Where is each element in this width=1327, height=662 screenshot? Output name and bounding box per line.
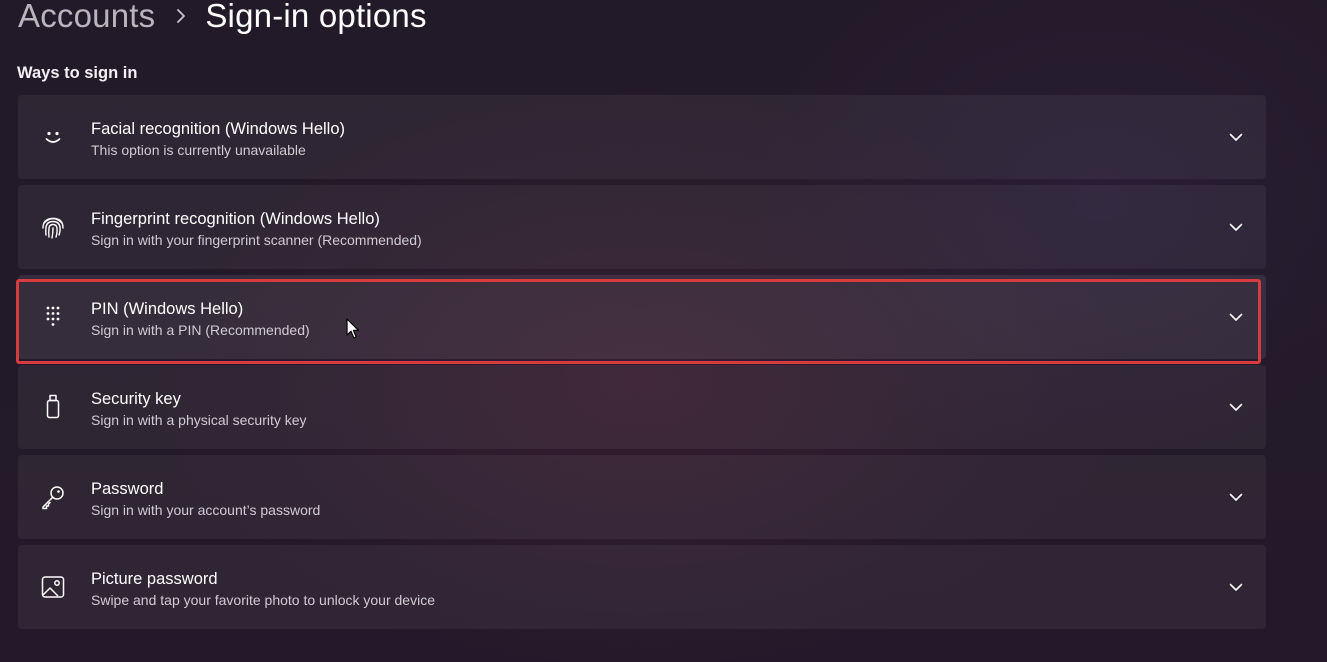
option-facial-recognition[interactable]: Facial recognition (Windows Hello) This …	[18, 95, 1266, 179]
option-description: Sign in with a PIN (Recommended)	[91, 322, 310, 338]
option-title: PIN (Windows Hello)	[91, 300, 244, 318]
option-description: Swipe and tap your favorite photo to unl…	[91, 592, 435, 608]
option-password[interactable]: Password Sign in with your account’s pas…	[18, 455, 1266, 539]
option-description: Sign in with a physical security key	[91, 412, 307, 428]
option-title: Fingerprint recognition (Windows Hello)	[91, 210, 380, 228]
chevron-down-icon[interactable]	[1228, 489, 1244, 505]
face-icon	[40, 124, 66, 150]
option-title: Security key	[91, 390, 181, 408]
option-description: This option is currently unavailable	[91, 142, 306, 158]
option-picture-password[interactable]: Picture password Swipe and tap your favo…	[18, 545, 1266, 629]
option-description: Sign in with your account’s password	[91, 502, 321, 518]
picture-icon	[40, 574, 66, 600]
option-fingerprint-recognition[interactable]: Fingerprint recognition (Windows Hello) …	[18, 185, 1266, 269]
breadcrumb-accounts-link[interactable]: Accounts	[18, 0, 155, 35]
breadcrumb: Accounts Sign-in options	[18, 0, 427, 38]
option-title: Facial recognition (Windows Hello)	[91, 120, 346, 138]
option-security-key[interactable]: Security key Sign in with a physical sec…	[18, 365, 1266, 449]
key-icon	[40, 484, 66, 510]
page-title: Sign-in options	[205, 0, 427, 34]
chevron-down-icon[interactable]	[1228, 579, 1244, 595]
sign-in-options-list: Facial recognition (Windows Hello) This …	[18, 95, 1266, 635]
mouse-cursor-icon	[346, 318, 360, 340]
fingerprint-icon	[40, 214, 66, 240]
option-title: Password	[91, 480, 164, 498]
option-description: Sign in with your fingerprint scanner (R…	[91, 232, 422, 248]
chevron-right-icon	[175, 8, 187, 24]
chevron-down-icon[interactable]	[1228, 399, 1244, 415]
section-title: Ways to sign in	[17, 64, 138, 82]
option-title: Picture password	[91, 570, 218, 588]
chevron-down-icon[interactable]	[1228, 309, 1244, 325]
option-pin[interactable]: PIN (Windows Hello) Sign in with a PIN (…	[18, 275, 1266, 359]
chevron-down-icon[interactable]	[1228, 219, 1244, 235]
pin-keypad-icon	[40, 304, 66, 330]
chevron-down-icon[interactable]	[1228, 129, 1244, 145]
usb-key-icon	[40, 394, 66, 420]
